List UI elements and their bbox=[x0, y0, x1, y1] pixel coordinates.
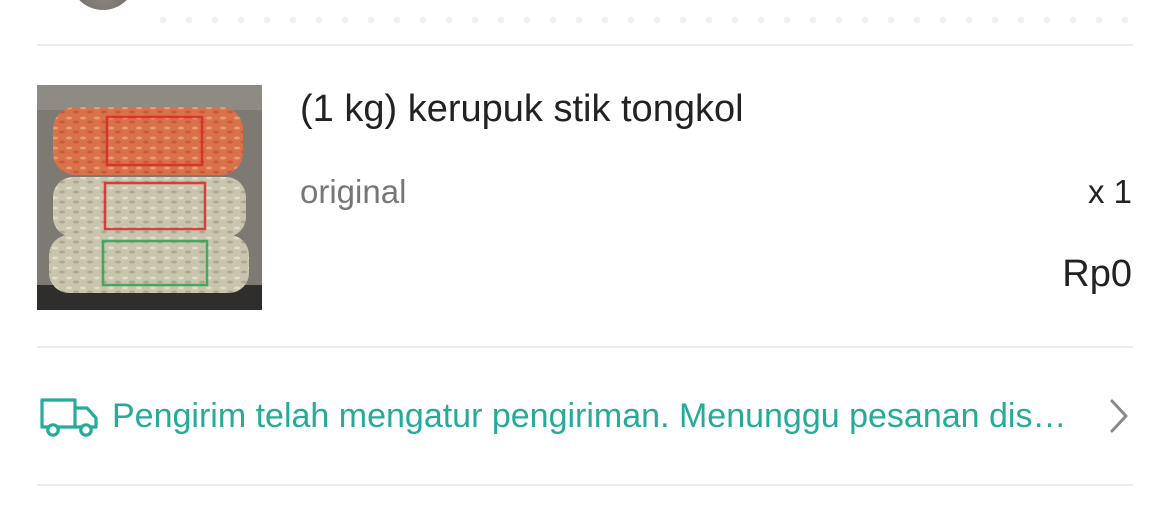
product-quantity: x 1 bbox=[1087, 173, 1132, 210]
previous-section-edge bbox=[0, 0, 1170, 30]
shipping-status-text: Pengirim telah mengatur pengiriman. Menu… bbox=[112, 397, 1072, 435]
product-image[interactable] bbox=[37, 85, 262, 310]
shipping-status-row[interactable]: Pengirim telah mengatur pengiriman. Menu… bbox=[37, 350, 1133, 484]
decorative-dots bbox=[150, 14, 1140, 26]
chevron-right-icon bbox=[1110, 399, 1128, 433]
divider bbox=[37, 484, 1133, 486]
product-price: Rp0 bbox=[1062, 253, 1132, 295]
divider bbox=[37, 44, 1133, 46]
product-variation: original bbox=[300, 173, 407, 210]
divider bbox=[37, 346, 1133, 348]
product-title[interactable]: (1 kg) kerupuk stik tongkol bbox=[300, 84, 744, 134]
truck-icon bbox=[40, 398, 98, 437]
product-photo-icon bbox=[37, 85, 262, 310]
shop-avatar[interactable] bbox=[70, 0, 136, 10]
